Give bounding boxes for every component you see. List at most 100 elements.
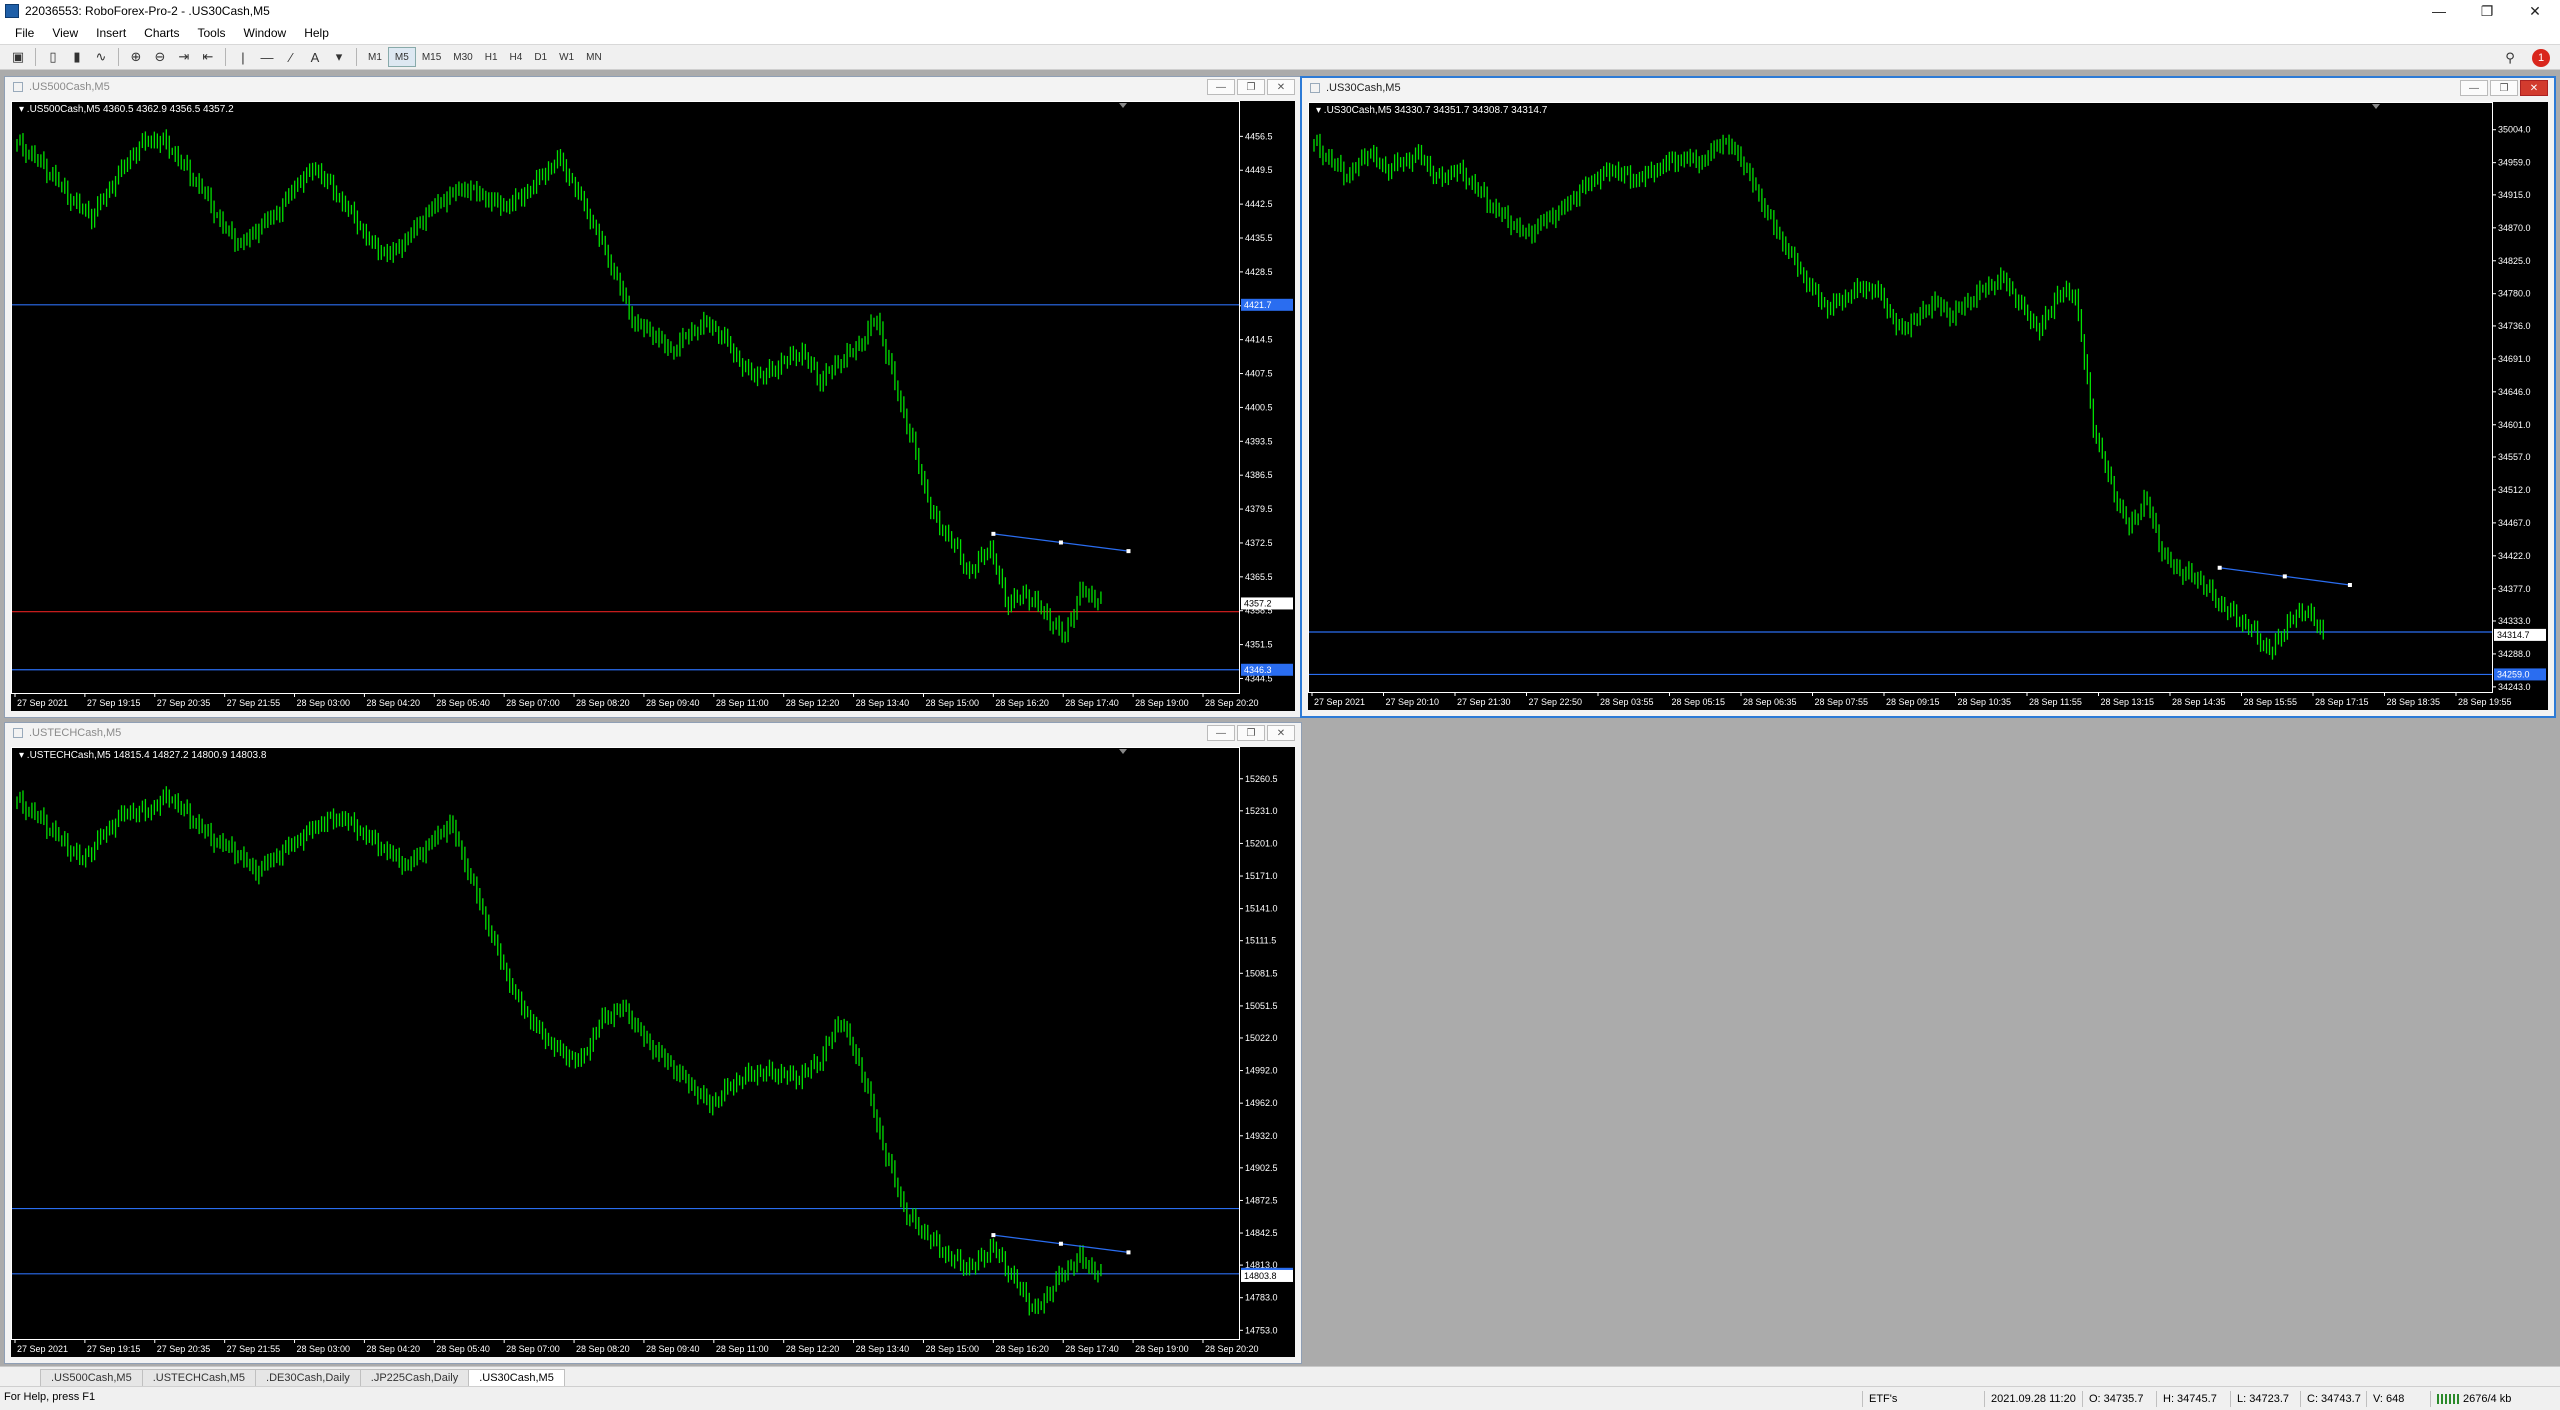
app-icon (5, 4, 19, 18)
tf-h4[interactable]: H4 (504, 47, 529, 67)
trendline-handle (1058, 1241, 1063, 1246)
chart-window-us30[interactable]: .US30Cash,M5 — ❐ ✕ ▾ .US30Cash,M5 34330.… (1300, 76, 2556, 718)
tf-m1[interactable]: M1 (362, 47, 388, 67)
minimize-icon[interactable]: — (1207, 79, 1235, 95)
menu-window[interactable]: Window (235, 26, 296, 40)
chart-shift-marker (1119, 749, 1127, 754)
bar-chart-icon[interactable]: ▯ (41, 46, 65, 68)
trendline-icon[interactable]: ∕ (279, 46, 303, 68)
chart-area[interactable]: ▾ .US30Cash,M5 34330.7 34351.7 34308.7 3… (1308, 102, 2548, 710)
shapes-icon[interactable]: ▾ (327, 46, 351, 68)
y-tick-label: 34422.0 (2498, 551, 2531, 561)
notification-badge[interactable]: 1 (2532, 49, 2550, 67)
x-tick-label: 27 Sep 20:10 (1386, 697, 1440, 707)
x-tick-label: 28 Sep 05:40 (436, 1344, 490, 1354)
status-volume: V: 648 (2366, 1391, 2404, 1407)
close-icon[interactable]: ✕ (1267, 725, 1295, 741)
x-tick-label: 28 Sep 05:15 (1672, 697, 1726, 707)
chart-window-titlebar[interactable]: .USTECHCash,M5 (5, 723, 1301, 743)
x-tick-label: 28 Sep 16:20 (995, 1344, 1049, 1354)
tab-de30[interactable]: .DE30Cash,Daily (255, 1369, 361, 1386)
tf-m30[interactable]: M30 (447, 47, 478, 67)
x-tick-label: 28 Sep 07:00 (506, 1344, 560, 1354)
line-chart-icon[interactable]: ∿ (89, 46, 113, 68)
minimize-icon[interactable]: — (2460, 80, 2488, 96)
text-tool-icon[interactable]: A (303, 46, 327, 68)
vertical-line-icon[interactable]: | (231, 46, 255, 68)
tab-us30[interactable]: .US30Cash,M5 (468, 1369, 565, 1386)
window-title: 22036553: RoboForex-Pro-2 - .US30Cash,M5 (25, 4, 270, 18)
x-tick-label: 28 Sep 03:00 (297, 1344, 351, 1354)
status-open: O: 34735.7 (2082, 1391, 2143, 1407)
x-tick-label: 28 Sep 06:35 (1743, 697, 1797, 707)
current-price-label: 34314.7 (2497, 630, 2530, 640)
x-tick-label: 28 Sep 11:55 (2029, 697, 2082, 707)
chart-area[interactable]: ▾ .US500Cash,M5 4360.5 4362.9 4356.5 435… (11, 101, 1295, 711)
profiles-icon[interactable]: ▣ (6, 46, 30, 68)
minimize-icon[interactable]: — (2416, 0, 2462, 22)
tab-us500[interactable]: .US500Cash,M5 (40, 1369, 143, 1386)
y-tick-label: 14962.0 (1245, 1098, 1278, 1108)
y-tick-label: 15081.5 (1245, 968, 1278, 978)
chart-tabs: .US500Cash,M5 .USTECHCash,M5 .DE30Cash,D… (0, 1366, 2560, 1386)
x-tick-label: 28 Sep 12:20 (786, 1344, 840, 1354)
chart-window-us500[interactable]: .US500Cash,M5 — ❐ ✕ ▾ .US500Cash,M5 4360… (4, 76, 1302, 718)
tf-mn[interactable]: MN (580, 47, 608, 67)
chart-shift-icon[interactable]: ⇤ (196, 46, 220, 68)
tab-jp225[interactable]: .JP225Cash,Daily (359, 1369, 470, 1386)
close-icon[interactable]: ✕ (1267, 79, 1295, 95)
menu-view[interactable]: View (43, 26, 87, 40)
x-tick-label: 28 Sep 17:15 (2315, 697, 2369, 707)
zoom-in-icon[interactable]: ⊕ (124, 46, 148, 68)
trendline-handle (991, 531, 996, 536)
tf-w1[interactable]: W1 (553, 47, 580, 67)
chart-area[interactable]: ▾ .USTECHCash,M5 14815.4 14827.2 14800.9… (11, 747, 1295, 1357)
toolbar-divider (35, 48, 36, 66)
y-tick-label: 15260.5 (1245, 774, 1278, 784)
x-tick-label: 27 Sep 19:15 (87, 698, 141, 708)
x-tick-label: 27 Sep 21:55 (227, 698, 281, 708)
chart-icon (13, 82, 23, 92)
y-tick-label: 34333.0 (2498, 616, 2531, 626)
minimize-icon[interactable]: — (1207, 725, 1235, 741)
menu-file[interactable]: File (6, 26, 43, 40)
y-tick-label: 34691.0 (2498, 354, 2531, 364)
chart-window-titlebar[interactable]: .US30Cash,M5 (1302, 78, 2554, 98)
zoom-out-icon[interactable]: ⊖ (148, 46, 172, 68)
trendline-handle (2347, 582, 2352, 587)
x-tick-label: 28 Sep 03:00 (297, 698, 351, 708)
traffic-value: 2676/4 kb (2463, 1393, 2512, 1405)
status-profile[interactable]: ETF's (1862, 1391, 1897, 1407)
menu-insert[interactable]: Insert (87, 26, 135, 40)
tf-m5[interactable]: M5 (387, 47, 416, 67)
candlestick-icon[interactable]: ▮ (65, 46, 89, 68)
horizontal-line-icon[interactable]: — (255, 46, 279, 68)
search-icon[interactable]: ⚲ (2498, 47, 2522, 69)
close-icon[interactable]: ✕ (2520, 80, 2548, 96)
y-tick-label: 14753.0 (1245, 1325, 1278, 1335)
tf-h1[interactable]: H1 (479, 47, 504, 67)
tf-m15[interactable]: M15 (416, 47, 447, 67)
restore-icon[interactable]: ❐ (2490, 80, 2518, 96)
chart-window-ustech[interactable]: .USTECHCash,M5 — ❐ ✕ ▾ .USTECHCash,M5 14… (4, 722, 1302, 1364)
x-tick-label: 28 Sep 19:00 (1135, 1344, 1189, 1354)
menu-tools[interactable]: Tools (189, 26, 235, 40)
restore-icon[interactable]: ❐ (1237, 725, 1265, 741)
y-tick-label: 4442.5 (1245, 199, 1273, 209)
y-tick-label: 4400.5 (1245, 402, 1273, 412)
menu-charts[interactable]: Charts (135, 26, 188, 40)
y-tick-label: 4435.5 (1245, 233, 1273, 243)
x-tick-label: 28 Sep 16:20 (995, 698, 1049, 708)
trendline-handle (1058, 540, 1063, 545)
auto-scroll-icon[interactable]: ⇥ (172, 46, 196, 68)
restore-icon[interactable]: ❐ (2464, 0, 2510, 22)
close-icon[interactable]: ✕ (2512, 0, 2558, 22)
chart-window-titlebar[interactable]: .US500Cash,M5 (5, 77, 1301, 97)
tab-ustech[interactable]: .USTECHCash,M5 (141, 1369, 257, 1386)
y-tick-label: 4456.5 (1245, 131, 1273, 141)
x-tick-label: 28 Sep 13:40 (856, 1344, 910, 1354)
menu-help[interactable]: Help (295, 26, 338, 40)
restore-icon[interactable]: ❐ (1237, 79, 1265, 95)
tf-d1[interactable]: D1 (528, 47, 553, 67)
y-tick-label: 35004.0 (2498, 125, 2531, 135)
